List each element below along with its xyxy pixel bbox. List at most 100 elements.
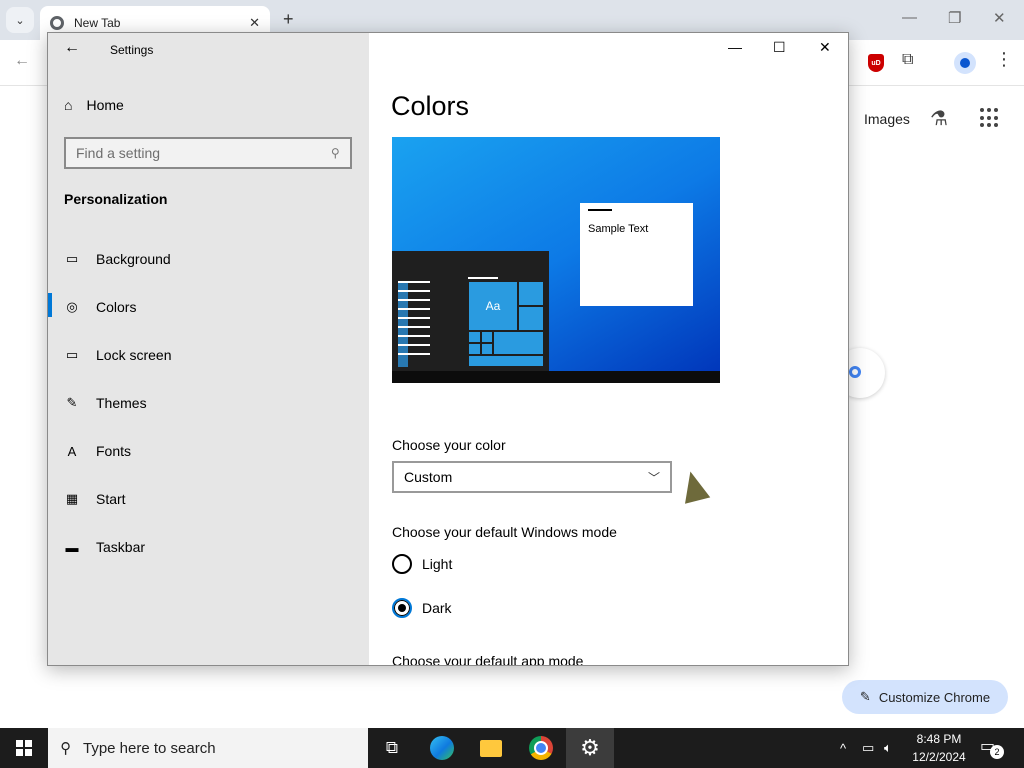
sidebar-item-lock-screen[interactable]: ▭ Lock screen bbox=[64, 343, 172, 367]
sidebar-item-colors[interactable]: ◎ Colors bbox=[64, 295, 136, 319]
browser-close-button[interactable]: ✕ bbox=[993, 9, 1006, 27]
clock-date: 12/2/2024 bbox=[912, 750, 966, 764]
sidebar-item-start[interactable]: ▦ Start bbox=[64, 487, 126, 511]
edge-icon bbox=[430, 736, 454, 760]
browser-menu-icon[interactable]: ⋮ bbox=[995, 50, 1013, 68]
settings-back-button[interactable]: ← bbox=[64, 39, 80, 57]
clock-time: 8:48 PM bbox=[916, 732, 962, 746]
sidebar-item-label: Background bbox=[96, 251, 171, 267]
images-link[interactable]: Images bbox=[864, 111, 910, 127]
choose-color-label: Choose your color bbox=[392, 437, 506, 453]
task-view-icon: ⧉ bbox=[385, 738, 399, 757]
preview-taskbar bbox=[392, 371, 720, 383]
picture-icon: ▭ bbox=[65, 251, 79, 266]
browser-minimize-button[interactable]: — bbox=[902, 9, 917, 26]
cursor-icon bbox=[677, 468, 711, 504]
ublock-extension-icon[interactable]: uD bbox=[868, 54, 884, 72]
settings-maximize-button[interactable]: ☐ bbox=[773, 39, 786, 56]
radio-light[interactable]: Light bbox=[392, 554, 452, 574]
close-icon[interactable]: ✕ bbox=[249, 15, 260, 31]
windows-mode-label: Choose your default Windows mode bbox=[392, 524, 617, 540]
radio-button-checked[interactable] bbox=[392, 598, 412, 618]
radio-dark-label: Dark bbox=[422, 600, 452, 616]
chrome-favicon-icon bbox=[50, 16, 64, 30]
settings-close-button[interactable]: ✕ bbox=[819, 39, 831, 56]
volume-icon[interactable]: 🔈︎ bbox=[884, 728, 892, 768]
app-mode-label: Choose your default app mode bbox=[392, 653, 584, 666]
taskbar-chrome[interactable] bbox=[517, 728, 565, 768]
browser-restore-button[interactable]: ❐ bbox=[948, 9, 961, 27]
windows-logo-icon bbox=[16, 740, 32, 756]
tab-title: New Tab bbox=[74, 16, 121, 30]
sidebar-item-background[interactable]: ▭ Background bbox=[64, 247, 171, 271]
preview-start-menu: Aa bbox=[392, 251, 549, 383]
sidebar-item-fonts[interactable]: A Fonts bbox=[64, 439, 131, 463]
taskbar-edge[interactable] bbox=[418, 728, 466, 768]
radio-button[interactable] bbox=[392, 554, 412, 574]
notification-count: 2 bbox=[990, 745, 1004, 759]
nav-home[interactable]: ⌂ Home bbox=[64, 97, 124, 113]
sidebar-item-label: Colors bbox=[96, 299, 137, 315]
start-button[interactable] bbox=[0, 728, 48, 768]
pencil-icon: ✎ bbox=[859, 689, 871, 704]
gear-icon: ⚙ bbox=[580, 735, 600, 760]
themes-icon: ✎ bbox=[66, 395, 78, 410]
nav-home-label: Home bbox=[86, 97, 124, 113]
profile-avatar[interactable] bbox=[954, 52, 976, 74]
settings-search-input[interactable] bbox=[76, 145, 332, 161]
lock-screen-icon: ▭ bbox=[65, 347, 79, 362]
preview-sample-text: Sample Text bbox=[588, 223, 649, 235]
task-view-button[interactable]: ⧉ bbox=[368, 728, 416, 768]
customize-chrome-button[interactable]: ✎ Customize Chrome bbox=[842, 680, 1008, 714]
new-tab-button[interactable]: + bbox=[283, 9, 294, 30]
settings-content: — ☐ ✕ Colors Sample Text Aa Choose your … bbox=[369, 33, 848, 666]
chevron-down-icon: ﹀ bbox=[647, 470, 660, 485]
radio-dark[interactable]: Dark bbox=[392, 598, 452, 618]
search-icon[interactable]: ⚲ bbox=[331, 146, 340, 160]
palette-icon: ◎ bbox=[66, 299, 78, 314]
sidebar-item-label: Fonts bbox=[96, 443, 132, 459]
lens-icon bbox=[849, 366, 861, 378]
settings-window: ← Settings ⌂ Home ⚲ Personalization ▭ Ba… bbox=[47, 32, 849, 666]
choose-color-dropdown[interactable]: Custom ﹀ bbox=[392, 461, 672, 493]
preview-sample-window: Sample Text bbox=[580, 203, 693, 306]
browser-back-button[interactable]: ← bbox=[14, 52, 30, 70]
folder-icon bbox=[480, 739, 502, 757]
sidebar-item-label: Themes bbox=[96, 395, 147, 411]
taskbar-search-box[interactable]: ⚲ Type here to search bbox=[48, 728, 368, 768]
notification-center-button[interactable]: ▭ 2 bbox=[980, 736, 1004, 759]
network-icon[interactable]: ▭ bbox=[862, 728, 874, 768]
customize-chrome-label: Customize Chrome bbox=[878, 689, 991, 705]
sidebar-item-themes[interactable]: ✎ Themes bbox=[64, 391, 147, 415]
fonts-icon: A bbox=[67, 443, 77, 459]
apps-grid-icon[interactable] bbox=[980, 108, 1000, 128]
tray-chevron-icon[interactable]: ^ bbox=[840, 728, 846, 768]
tab-search-button[interactable]: ⌄ bbox=[6, 7, 34, 33]
chrome-icon bbox=[529, 736, 553, 760]
sidebar-item-label: Taskbar bbox=[96, 539, 146, 555]
taskbar-search-placeholder: Type here to search bbox=[83, 739, 216, 757]
color-preview: Sample Text Aa bbox=[392, 137, 720, 383]
taskbar-settings[interactable]: ⚙ bbox=[566, 728, 614, 768]
page-title: Colors bbox=[391, 91, 470, 121]
selected-nav-indicator bbox=[48, 293, 52, 317]
settings-minimize-button[interactable]: — bbox=[728, 39, 742, 55]
taskbar-file-explorer[interactable] bbox=[467, 728, 515, 768]
extensions-icon[interactable]: ⧉ bbox=[902, 51, 913, 69]
settings-window-title: Settings bbox=[110, 43, 154, 57]
settings-search-box[interactable]: ⚲ bbox=[64, 137, 352, 169]
settings-sidebar: ← Settings ⌂ Home ⚲ Personalization ▭ Ba… bbox=[48, 33, 369, 665]
sidebar-item-label: Lock screen bbox=[96, 347, 172, 363]
preview-tile-aa: Aa bbox=[468, 281, 518, 331]
choose-color-value: Custom bbox=[404, 469, 453, 485]
section-title: Personalization bbox=[64, 191, 168, 207]
search-icon: ⚲ bbox=[60, 740, 71, 757]
labs-flask-icon[interactable]: ⚗ bbox=[930, 106, 948, 131]
windows-taskbar: ⚲ Type here to search ⧉ ⚙ ^ ▭ 🔈︎ 8:48 PM… bbox=[0, 728, 1024, 768]
preview-tiles: Aa bbox=[468, 281, 544, 367]
taskbar-clock[interactable]: 8:48 PM 12/2/2024 bbox=[906, 730, 972, 766]
person-icon bbox=[960, 58, 970, 68]
radio-light-label: Light bbox=[422, 556, 453, 572]
sidebar-item-taskbar[interactable]: ▬ Taskbar bbox=[64, 535, 146, 559]
sidebar-item-label: Start bbox=[96, 491, 126, 507]
